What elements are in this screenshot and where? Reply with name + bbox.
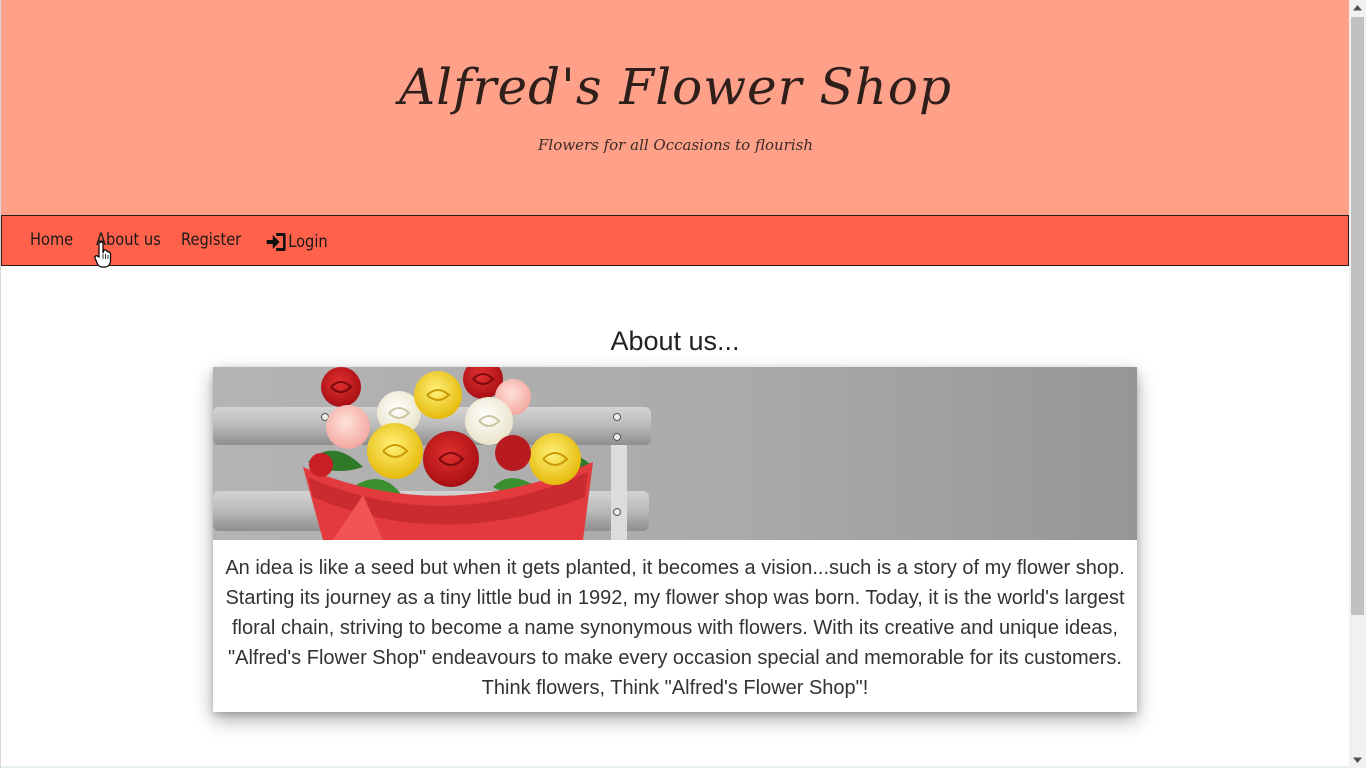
about-card: An idea is like a seed but when it gets … <box>213 367 1137 712</box>
scroll-down-arrow-icon[interactable] <box>1349 751 1366 768</box>
nav-login-label: Login <box>288 232 328 252</box>
site-title: Alfred's Flower Shop <box>399 58 952 116</box>
about-description: An idea is like a seed but when it gets … <box>225 557 1125 699</box>
hand-cursor-icon <box>94 241 112 268</box>
navbar: Home About us Register Login <box>1 215 1349 266</box>
scroll-up-arrow-icon[interactable] <box>1349 0 1366 17</box>
vertical-scrollbar[interactable] <box>1349 0 1366 768</box>
about-heading: About us... <box>610 326 740 356</box>
scrollbar-thumb[interactable] <box>1351 17 1364 615</box>
page: Alfred's Flower Shop Flowers for all Occ… <box>0 0 1349 768</box>
flower-bouquet-image <box>213 367 1137 540</box>
site-subtitle: Flowers for all Occasions to flourish <box>538 136 813 154</box>
site-header: Alfred's Flower Shop Flowers for all Occ… <box>1 0 1349 215</box>
nav-home-link[interactable]: Home <box>30 228 73 252</box>
nav-login-link[interactable]: Login <box>265 230 328 254</box>
sign-in-icon <box>265 230 287 254</box>
nav-register-link[interactable]: Register <box>181 228 241 252</box>
